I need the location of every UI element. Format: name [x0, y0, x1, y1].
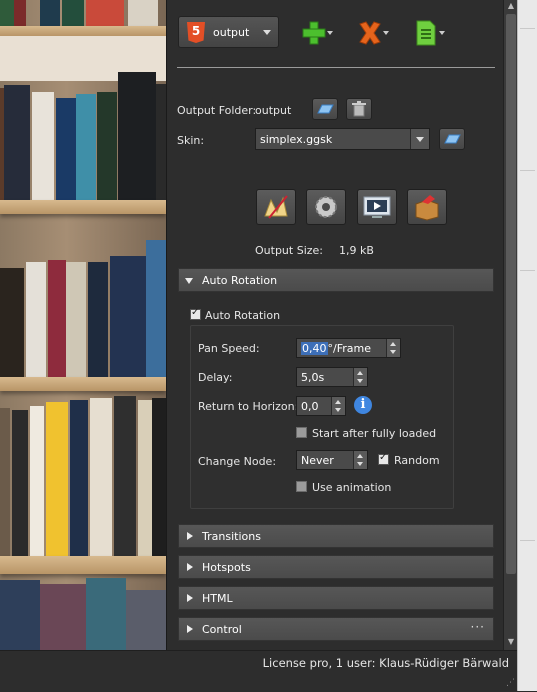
package-icon — [415, 195, 439, 221]
spin-arrows[interactable] — [331, 397, 345, 415]
chevron-down-icon — [185, 278, 193, 284]
scroll-up-icon[interactable]: ▲ — [504, 0, 518, 12]
license-status-text: License pro, 1 user: Klaus-Rüdiger Bärwa… — [262, 656, 509, 670]
skin-editor-icon — [264, 195, 288, 219]
pan-speed-value: 0,40 — [301, 342, 328, 355]
open-folder-button[interactable] — [312, 98, 338, 120]
chevron-right-icon — [187, 625, 193, 633]
section-transitions[interactable]: Transitions — [178, 524, 494, 548]
skin-select-value: simplex.ggsk — [260, 133, 333, 146]
gear-icon — [315, 196, 337, 218]
section-hotspots[interactable]: Hotspots — [178, 555, 494, 579]
delete-folder-button[interactable] — [346, 98, 372, 120]
section-title: Transitions — [202, 530, 261, 543]
more-icon[interactable]: ··· — [471, 620, 485, 634]
info-icon[interactable]: i — [354, 396, 372, 414]
change-node-label: Change Node: — [198, 455, 277, 468]
folder-open-icon — [444, 134, 461, 144]
skin-editor-button[interactable] — [256, 189, 296, 225]
add-output-icon[interactable] — [300, 20, 334, 46]
pan-speed-spinbox[interactable]: 0,40°/Frame — [296, 338, 401, 358]
spin-arrows[interactable] — [386, 339, 400, 357]
output-folder-value: output — [255, 104, 292, 117]
panel-scrollbar[interactable]: ▲ ▼ — [503, 0, 518, 650]
resize-grip-icon[interactable]: ⋰ — [506, 678, 515, 688]
random-checkbox[interactable] — [378, 452, 389, 465]
monitor-play-icon — [363, 196, 391, 218]
spin-arrows[interactable] — [353, 451, 367, 469]
auto-rotation-checkbox[interactable] — [190, 307, 201, 320]
change-node-select[interactable]: Never — [296, 450, 368, 470]
html5-icon: 5 — [187, 22, 205, 43]
pan-speed-label: Pan Speed: — [198, 342, 260, 355]
change-node-value: Never — [301, 454, 334, 467]
use-animation-checkbox[interactable] — [296, 481, 307, 492]
spin-arrows[interactable] — [353, 368, 367, 386]
chevron-right-icon — [187, 563, 193, 571]
delay-value: 5,0s — [301, 371, 325, 384]
output-size-value: 1,9 kB — [339, 244, 374, 257]
adjacent-window-edge — [517, 0, 537, 691]
package-button[interactable] — [407, 189, 447, 225]
skin-label: Skin: — [177, 134, 205, 147]
remove-output-icon[interactable] — [356, 20, 390, 46]
delay-label: Delay: — [198, 371, 233, 384]
delay-spinbox[interactable]: 5,0s — [296, 367, 368, 387]
section-html[interactable]: HTML — [178, 586, 494, 610]
section-title: Hotspots — [202, 561, 251, 574]
document-icon[interactable] — [413, 20, 447, 46]
return-to-horizon-spinbox[interactable]: 0,0 — [296, 396, 346, 416]
chevron-down-icon — [410, 129, 429, 149]
toolbar-divider — [177, 67, 495, 68]
chevron-right-icon — [187, 532, 193, 540]
section-title: HTML — [202, 592, 233, 605]
open-skin-button[interactable] — [439, 128, 465, 150]
return-to-horizon-label: Return to Horizon: — [198, 400, 299, 413]
section-title: Auto Rotation — [202, 274, 278, 287]
section-title: Control — [202, 623, 242, 636]
folder-open-icon — [317, 104, 334, 114]
scroll-down-icon[interactable]: ▼ — [504, 636, 518, 648]
output-format-dropdown[interactable]: 5 output — [178, 16, 279, 48]
use-animation-label: Use animation — [312, 481, 392, 494]
output-folder-label: Output Folder: — [177, 104, 257, 117]
settings-button[interactable] — [306, 189, 346, 225]
pan-speed-unit: °/Frame — [327, 342, 371, 355]
trash-icon — [352, 101, 366, 117]
section-control[interactable]: Control ··· — [178, 617, 494, 641]
random-label: Random — [394, 454, 440, 467]
skin-select[interactable]: simplex.ggsk — [255, 128, 430, 150]
preview-button[interactable] — [357, 189, 397, 225]
auto-rotation-checkbox-label: Auto Rotation — [205, 309, 281, 322]
output-format-label: output — [213, 26, 250, 39]
chevron-right-icon — [187, 594, 193, 602]
panorama-preview-image — [0, 0, 166, 655]
output-size-label: Output Size: — [255, 244, 323, 257]
chevron-down-icon — [263, 30, 271, 35]
return-to-horizon-value: 0,0 — [301, 400, 319, 413]
scroll-thumb[interactable] — [506, 14, 516, 574]
start-after-loaded-label: Start after fully loaded — [312, 427, 437, 440]
start-after-loaded-checkbox[interactable] — [296, 427, 307, 438]
section-auto-rotation[interactable]: Auto Rotation — [178, 268, 494, 292]
